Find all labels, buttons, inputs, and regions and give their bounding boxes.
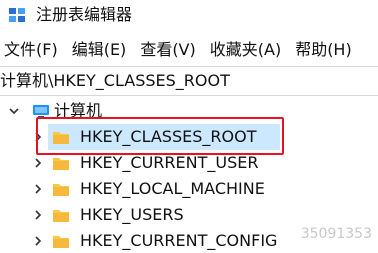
address-bar[interactable]: 计算机\HKEY_CLASSES_ROOT (0, 66, 378, 96)
menu-file[interactable]: 文件(F) (4, 36, 58, 64)
tree-label-hkey-users: HKEY_USERS (80, 205, 184, 224)
tree-node-hkey-users[interactable]: HKEY_USERS (0, 202, 378, 228)
title-bar: 注册表编辑器 (0, 0, 378, 30)
menu-edit[interactable]: 编辑(E) (72, 36, 127, 64)
tree-node-hkey-local-machine[interactable]: HKEY_LOCAL_MACHINE (0, 176, 378, 202)
watermark: 35091353 (300, 226, 372, 242)
tree-label-hkey-current-user: HKEY_CURRENT_USER (80, 153, 259, 172)
chevron-right-icon[interactable] (32, 209, 44, 221)
chevron-right-icon[interactable] (32, 183, 44, 195)
annotation-highlight-box (36, 117, 284, 155)
chevron-right-icon[interactable] (32, 235, 44, 247)
window-title: 注册表编辑器 (36, 5, 133, 24)
folder-icon (53, 158, 69, 170)
menu-bar: 文件(F) 编辑(E) 查看(V) 收藏夹(A) 帮助(H) (0, 36, 378, 64)
address-path[interactable]: 计算机\HKEY_CLASSES_ROOT (0, 71, 230, 91)
tree-label-hkey-current-config: HKEY_CURRENT_CONFIG (80, 231, 278, 250)
tree-label-hkey-local-machine: HKEY_LOCAL_MACHINE (80, 179, 265, 198)
folder-icon (53, 210, 69, 222)
folder-icon (53, 184, 69, 196)
menu-favorites[interactable]: 收藏夹(A) (210, 36, 281, 64)
regedit-icon (9, 8, 25, 22)
menu-help[interactable]: 帮助(H) (295, 36, 352, 64)
chevron-right-icon[interactable] (32, 157, 44, 169)
chevron-down-icon[interactable] (8, 105, 20, 117)
menu-view[interactable]: 查看(V) (140, 36, 195, 64)
folder-icon (53, 236, 69, 248)
